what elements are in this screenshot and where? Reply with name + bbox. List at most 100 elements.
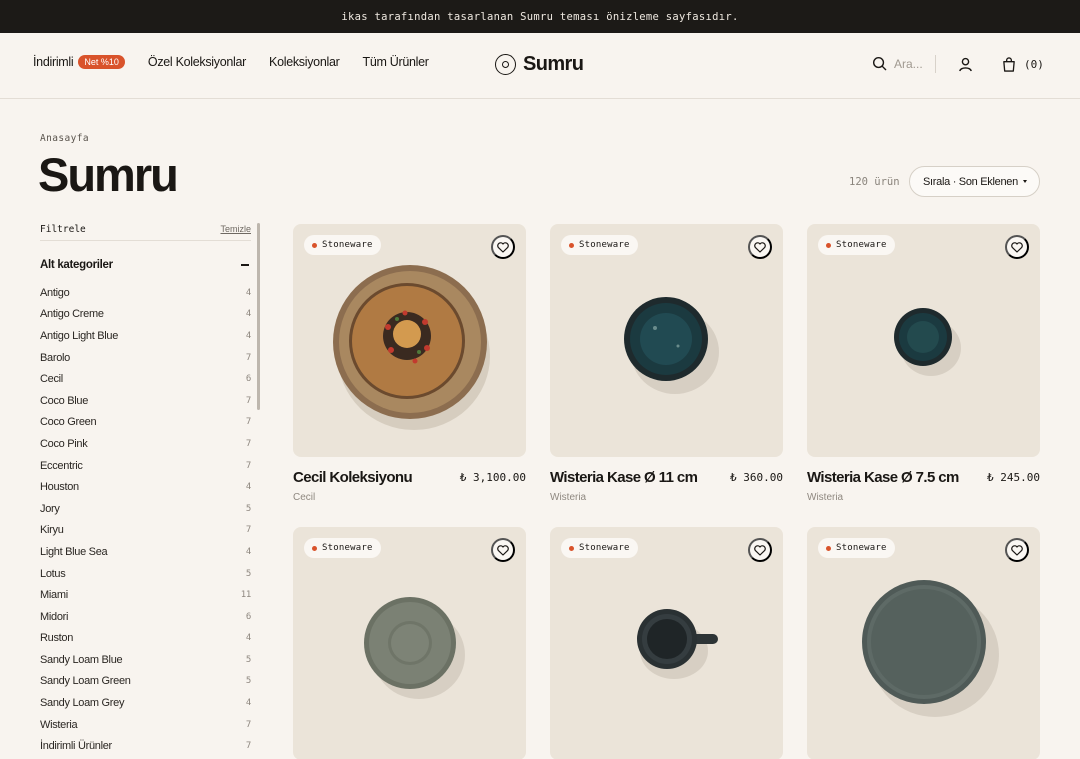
category-item[interactable]: Coco Pink 7 xyxy=(40,433,251,455)
category-item[interactable]: Light Blue Sea 4 xyxy=(40,541,251,563)
product-image[interactable]: Stoneware xyxy=(807,527,1040,759)
category-item[interactable]: Midori 6 xyxy=(40,606,251,628)
category-item[interactable]: Coco Green 7 xyxy=(40,412,251,434)
account-button[interactable] xyxy=(958,57,973,77)
product-card[interactable]: Stoneware xyxy=(550,527,783,759)
page-title: Sumru xyxy=(38,148,179,201)
filter-sidebar: Filtrele Temizle Alt kategoriler Antigo 4… xyxy=(40,222,251,757)
sidebar-scrollbar[interactable] xyxy=(257,223,260,410)
product-card[interactable]: Stoneware Wisteria Kase Ø 7.5 cm ₺ 245.0… xyxy=(807,224,1040,503)
category-label: Coco Blue xyxy=(40,394,89,407)
nav-collections[interactable]: Koleksiyonlar xyxy=(269,55,340,69)
category-label: Midori xyxy=(40,610,69,623)
main-nav: İndirimli Net %10 Özel Koleksiyonlar Kol… xyxy=(33,55,452,69)
favorite-button[interactable] xyxy=(748,235,772,259)
category-item[interactable]: Coco Blue 7 xyxy=(40,390,251,412)
brand-logo[interactable]: Sumru xyxy=(495,53,584,76)
category-item[interactable]: Miami 11 xyxy=(40,584,251,606)
logo-mark-icon xyxy=(495,54,516,75)
category-item[interactable]: Sandy Loam Grey 4 xyxy=(40,692,251,714)
product-name[interactable]: Wisteria Kase Ø 7.5 cm xyxy=(807,469,959,486)
cart-button[interactable]: (0) xyxy=(1002,57,1044,72)
category-label: Wisteria xyxy=(40,718,78,731)
nav-special-collections[interactable]: Özel Koleksiyonlar xyxy=(148,55,246,69)
category-count: 7 xyxy=(245,352,251,363)
product-info: Wisteria Kase Ø 11 cm ₺ 360.00 xyxy=(550,469,783,486)
category-count: 7 xyxy=(245,417,251,428)
category-item[interactable]: Wisteria 7 xyxy=(40,714,251,736)
nav-discounts[interactable]: İndirimli Net %10 xyxy=(33,55,125,69)
category-item[interactable]: Sandy Loam Blue 5 xyxy=(40,649,251,671)
category-item[interactable]: Cecil 6 xyxy=(40,368,251,390)
category-label: Cecil xyxy=(40,373,63,386)
saucer-image xyxy=(364,597,465,699)
product-name[interactable]: Cecil Koleksiyonu xyxy=(293,469,413,486)
favorite-button[interactable] xyxy=(491,538,515,562)
material-tag: Stoneware xyxy=(304,235,381,255)
category-item[interactable]: Lotus 5 xyxy=(40,563,251,585)
nav-discounts-label: İndirimli xyxy=(33,55,74,69)
caret-down-icon xyxy=(1023,180,1027,183)
sort-select[interactable]: Sırala · Son Eklenen xyxy=(909,166,1040,197)
category-label: Kiryu xyxy=(40,524,64,537)
nav-all-products[interactable]: Tüm Ürünler xyxy=(362,55,428,69)
category-item[interactable]: Barolo 7 xyxy=(40,347,251,369)
heart-icon xyxy=(497,241,509,253)
subcategory-list: Antigo 4 Antigo Creme 4 Antigo Light Blue 4… xyxy=(40,282,251,757)
category-item[interactable]: Houston 4 xyxy=(40,476,251,498)
category-label: Light Blue Sea xyxy=(40,545,108,558)
clear-filters-link[interactable]: Temizle xyxy=(220,224,251,234)
favorite-button[interactable] xyxy=(491,235,515,259)
category-count: 7 xyxy=(245,525,251,536)
discount-badge: Net %10 xyxy=(78,55,125,69)
product-card[interactable]: Stoneware Cecil Koleksiyonu ₺ 3,100.00 C… xyxy=(293,224,526,503)
category-count: 6 xyxy=(245,374,251,385)
category-item[interactable]: Sandy Loam Green 5 xyxy=(40,671,251,693)
category-item[interactable]: Antigo Creme 4 xyxy=(40,304,251,326)
heart-icon xyxy=(1011,241,1023,253)
favorite-button[interactable] xyxy=(748,538,772,562)
material-tag: Stoneware xyxy=(561,538,638,558)
category-label: Coco Pink xyxy=(40,437,88,450)
cup-image xyxy=(637,609,718,679)
product-image[interactable]: Stoneware xyxy=(550,527,783,759)
category-count: 5 xyxy=(245,503,251,514)
product-collection: Wisteria xyxy=(807,492,844,503)
product-image[interactable]: Stoneware xyxy=(293,224,526,457)
minus-icon xyxy=(241,264,249,266)
favorite-button[interactable] xyxy=(1005,538,1029,562)
category-item[interactable]: İndirimli Ürünler 7 xyxy=(40,735,251,757)
plate-image xyxy=(862,580,999,717)
product-card[interactable]: Stoneware xyxy=(293,527,526,759)
product-name[interactable]: Wisteria Kase Ø 11 cm xyxy=(550,469,698,486)
product-count: 120 ürün xyxy=(849,176,900,188)
category-item[interactable]: Antigo Light Blue 4 xyxy=(40,325,251,347)
product-image[interactable]: Stoneware xyxy=(293,527,526,759)
product-image[interactable]: Stoneware xyxy=(807,224,1040,457)
material-tag: Stoneware xyxy=(561,235,638,255)
bowl-image xyxy=(624,297,719,394)
category-label: Eccentric xyxy=(40,459,83,472)
product-collection: Cecil xyxy=(293,492,316,503)
favorite-button[interactable] xyxy=(1005,235,1029,259)
brand-name: Sumru xyxy=(523,53,584,75)
search-field[interactable]: Ara... xyxy=(872,56,923,71)
category-label: Barolo xyxy=(40,351,70,364)
category-item[interactable]: Ruston 4 xyxy=(40,628,251,650)
user-icon xyxy=(959,57,972,72)
small-bowl-image xyxy=(894,308,961,376)
breadcrumb-home[interactable]: Anasayfa xyxy=(40,133,89,144)
category-item[interactable]: Kiryu 7 xyxy=(40,520,251,542)
category-label: Sandy Loam Green xyxy=(40,675,131,688)
product-card[interactable]: Stoneware Wisteria Kase Ø 11 cm ₺ 360.00… xyxy=(550,224,783,503)
shopping-bag-icon xyxy=(1003,57,1015,72)
product-card[interactable]: Stoneware xyxy=(807,527,1040,759)
category-count: 7 xyxy=(245,395,251,406)
filter-title: Filtrele xyxy=(40,223,86,235)
category-item[interactable]: Jory 5 xyxy=(40,498,251,520)
category-item[interactable]: Antigo 4 xyxy=(40,282,251,304)
subcategory-toggle[interactable]: Alt kategoriler xyxy=(40,256,251,274)
product-image[interactable]: Stoneware xyxy=(550,224,783,457)
category-item[interactable]: Eccentric 7 xyxy=(40,455,251,477)
category-label: Lotus xyxy=(40,567,66,580)
